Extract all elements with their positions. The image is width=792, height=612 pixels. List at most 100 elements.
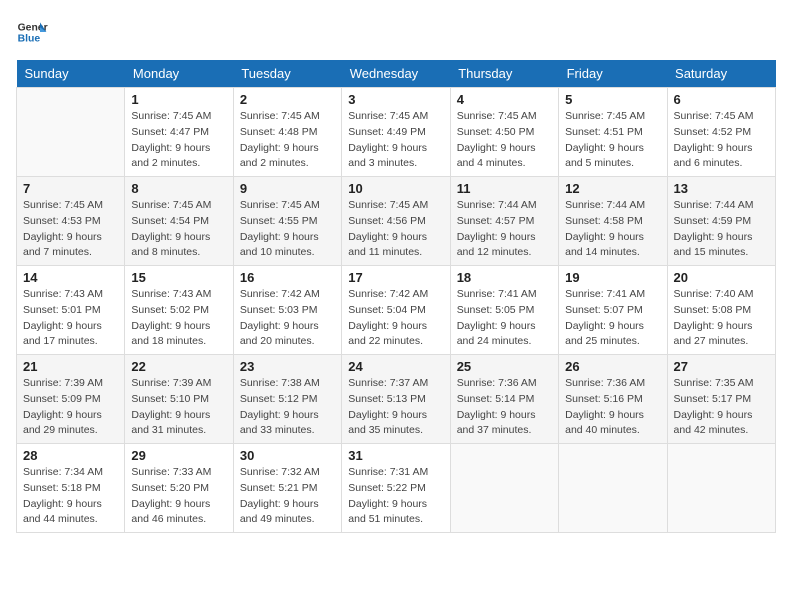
calendar-table: SundayMondayTuesdayWednesdayThursdayFrid…: [16, 60, 776, 533]
sunset-text: Sunset: 5:05 PM: [457, 303, 552, 319]
sunset-text: Sunset: 4:57 PM: [457, 214, 552, 230]
calendar-week-row: 14Sunrise: 7:43 AMSunset: 5:01 PMDayligh…: [17, 266, 776, 355]
day-number: 24: [348, 359, 443, 374]
calendar-cell: 23Sunrise: 7:38 AMSunset: 5:12 PMDayligh…: [233, 355, 341, 444]
sunrise-text: Sunrise: 7:44 AM: [674, 198, 769, 214]
sunset-text: Sunset: 4:51 PM: [565, 125, 660, 141]
sunrise-text: Sunrise: 7:44 AM: [457, 198, 552, 214]
day-number: 16: [240, 270, 335, 285]
daylight-text: Daylight: 9 hours and 6 minutes.: [674, 141, 769, 173]
svg-text:Blue: Blue: [18, 34, 41, 45]
daylight-text: Daylight: 9 hours and 8 minutes.: [131, 230, 226, 262]
day-info: Sunrise: 7:45 AMSunset: 4:51 PMDaylight:…: [565, 109, 660, 172]
sunset-text: Sunset: 5:20 PM: [131, 481, 226, 497]
day-number: 12: [565, 181, 660, 196]
sunrise-text: Sunrise: 7:45 AM: [131, 109, 226, 125]
sunrise-text: Sunrise: 7:43 AM: [23, 287, 118, 303]
calendar-cell: 26Sunrise: 7:36 AMSunset: 5:16 PMDayligh…: [559, 355, 667, 444]
day-info: Sunrise: 7:45 AMSunset: 4:54 PMDaylight:…: [131, 198, 226, 261]
calendar-cell: 11 Sunrise: 7:44 AMSunset: 4:57 PMDayligh…: [450, 177, 558, 266]
sunrise-text: Sunrise: 7:41 AM: [565, 287, 660, 303]
sunrise-text: Sunrise: 7:41 AM: [457, 287, 552, 303]
sunrise-text: Sunrise: 7:45 AM: [565, 109, 660, 125]
day-info: Sunrise: 7:36 AMSunset: 5:16 PMDaylight:…: [565, 376, 660, 439]
day-number: 13: [674, 181, 769, 196]
sunrise-text: Sunrise: 7:39 AM: [23, 376, 118, 392]
day-info: Sunrise: 7:43 AMSunset: 5:01 PMDaylight:…: [23, 287, 118, 350]
calendar-cell: 24 Sunrise: 7:37 AMSunset: 5:13 PMDayligh…: [342, 355, 450, 444]
sunrise-text: Sunrise: 7:45 AM: [348, 198, 443, 214]
daylight-text: Daylight: 9 hours and 3 minutes.: [348, 141, 443, 173]
calendar-cell: 18Sunrise: 7:41 AMSunset: 5:05 PMDayligh…: [450, 266, 558, 355]
day-info: Sunrise: 7:45 AMSunset: 4:56 PMDaylight:…: [348, 198, 443, 261]
daylight-text: Daylight: 9 hours and 31 minutes.: [131, 408, 226, 440]
calendar-cell: 7 Sunrise: 7:45 AMSunset: 4:53 PMDaylight…: [17, 177, 125, 266]
sunrise-text: Sunrise: 7:37 AM: [348, 376, 443, 392]
sunset-text: Sunset: 4:49 PM: [348, 125, 443, 141]
sunrise-text: Sunrise: 7:42 AM: [240, 287, 335, 303]
day-number: 23: [240, 359, 335, 374]
day-number: 10: [348, 181, 443, 196]
calendar-cell: 8 Sunrise: 7:45 AMSunset: 4:54 PMDaylight…: [125, 177, 233, 266]
day-info: Sunrise: 7:36 AMSunset: 5:14 PMDaylight:…: [457, 376, 552, 439]
day-info: Sunrise: 7:42 AMSunset: 5:03 PMDaylight:…: [240, 287, 335, 350]
sunset-text: Sunset: 4:53 PM: [23, 214, 118, 230]
calendar-cell: 21Sunrise: 7:39 AMSunset: 5:09 PMDayligh…: [17, 355, 125, 444]
sunset-text: Sunset: 4:50 PM: [457, 125, 552, 141]
daylight-text: Daylight: 9 hours and 27 minutes.: [674, 319, 769, 351]
sunrise-text: Sunrise: 7:42 AM: [348, 287, 443, 303]
day-number: 7: [23, 181, 118, 196]
sunrise-text: Sunrise: 7:35 AM: [674, 376, 769, 392]
sunrise-text: Sunrise: 7:44 AM: [565, 198, 660, 214]
sunrise-text: Sunrise: 7:45 AM: [674, 109, 769, 125]
day-number: 3: [348, 92, 443, 107]
sunset-text: Sunset: 5:18 PM: [23, 481, 118, 497]
weekday-header: Wednesday: [342, 60, 450, 88]
day-info: Sunrise: 7:40 AMSunset: 5:08 PMDaylight:…: [674, 287, 769, 350]
daylight-text: Daylight: 9 hours and 51 minutes.: [348, 497, 443, 529]
daylight-text: Daylight: 9 hours and 17 minutes.: [23, 319, 118, 351]
sunset-text: Sunset: 5:14 PM: [457, 392, 552, 408]
sunset-text: Sunset: 4:56 PM: [348, 214, 443, 230]
sunset-text: Sunset: 5:16 PM: [565, 392, 660, 408]
calendar-cell: 17Sunrise: 7:42 AMSunset: 5:04 PMDayligh…: [342, 266, 450, 355]
calendar-cell: 28 Sunrise: 7:34 AMSunset: 5:18 PMDayligh…: [17, 444, 125, 533]
calendar-cell: 9Sunrise: 7:45 AMSunset: 4:55 PMDaylight…: [233, 177, 341, 266]
day-number: 11: [457, 181, 552, 196]
daylight-text: Daylight: 9 hours and 4 minutes.: [457, 141, 552, 173]
calendar-cell: [17, 88, 125, 177]
day-number: 1: [131, 92, 226, 107]
daylight-text: Daylight: 9 hours and 44 minutes.: [23, 497, 118, 529]
daylight-text: Daylight: 9 hours and 14 minutes.: [565, 230, 660, 262]
sunrise-text: Sunrise: 7:34 AM: [23, 465, 118, 481]
calendar-cell: [450, 444, 558, 533]
sunrise-text: Sunrise: 7:36 AM: [565, 376, 660, 392]
header-row: SundayMondayTuesdayWednesdayThursdayFrid…: [17, 60, 776, 88]
day-number: 21: [23, 359, 118, 374]
weekday-header: Saturday: [667, 60, 775, 88]
calendar-cell: 13Sunrise: 7:44 AMSunset: 4:59 PMDayligh…: [667, 177, 775, 266]
day-number: 17: [348, 270, 443, 285]
weekday-header: Thursday: [450, 60, 558, 88]
day-info: Sunrise: 7:45 AMSunset: 4:49 PMDaylight:…: [348, 109, 443, 172]
day-info: Sunrise: 7:44 AMSunset: 4:57 PMDaylight:…: [457, 198, 552, 261]
daylight-text: Daylight: 9 hours and 20 minutes.: [240, 319, 335, 351]
sunrise-text: Sunrise: 7:45 AM: [23, 198, 118, 214]
calendar-cell: 15Sunrise: 7:43 AMSunset: 5:02 PMDayligh…: [125, 266, 233, 355]
day-info: Sunrise: 7:35 AMSunset: 5:17 PMDaylight:…: [674, 376, 769, 439]
sunset-text: Sunset: 5:02 PM: [131, 303, 226, 319]
daylight-text: Daylight: 9 hours and 11 minutes.: [348, 230, 443, 262]
day-number: 15: [131, 270, 226, 285]
calendar-cell: 2Sunrise: 7:45 AMSunset: 4:48 PMDaylight…: [233, 88, 341, 177]
day-number: 28: [23, 448, 118, 463]
day-number: 4: [457, 92, 552, 107]
day-number: 8: [131, 181, 226, 196]
daylight-text: Daylight: 9 hours and 35 minutes.: [348, 408, 443, 440]
sunset-text: Sunset: 5:03 PM: [240, 303, 335, 319]
day-info: Sunrise: 7:37 AMSunset: 5:13 PMDaylight:…: [348, 376, 443, 439]
calendar-cell: 10 Sunrise: 7:45 AMSunset: 4:56 PMDayligh…: [342, 177, 450, 266]
calendar-cell: 25Sunrise: 7:36 AMSunset: 5:14 PMDayligh…: [450, 355, 558, 444]
sunset-text: Sunset: 4:47 PM: [131, 125, 226, 141]
daylight-text: Daylight: 9 hours and 7 minutes.: [23, 230, 118, 262]
day-number: 19: [565, 270, 660, 285]
